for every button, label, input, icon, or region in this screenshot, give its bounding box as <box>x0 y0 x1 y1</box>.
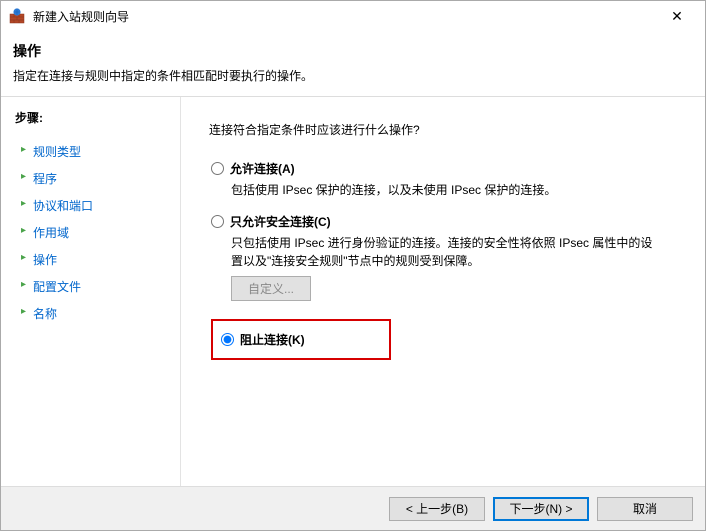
cancel-button[interactable]: 取消 <box>597 497 693 521</box>
step-protocol-ports[interactable]: 协议和端口 <box>15 192 166 219</box>
radio-block-label: 阻止连接(K) <box>240 331 305 348</box>
radio-allow-label: 允许连接(A) <box>230 160 295 177</box>
radio-option-allow-secure: 只允许安全连接(C) 只包括使用 IPsec 进行身份验证的连接。连接的安全性将… <box>211 213 681 301</box>
radio-option-allow: 允许连接(A) 包括使用 IPsec 保护的连接，以及未使用 IPsec 保护的… <box>211 160 681 199</box>
page-description: 指定在连接与规则中指定的条件相匹配时要执行的操作。 <box>13 67 693 84</box>
radio-allow-secure-desc: 只包括使用 IPsec 进行身份验证的连接。连接的安全性将依照 IPsec 属性… <box>231 234 661 270</box>
step-label: 配置文件 <box>33 280 81 294</box>
customize-button: 自定义... <box>231 276 311 301</box>
highlight-box: 阻止连接(K) <box>211 319 391 360</box>
step-profile[interactable]: 配置文件 <box>15 273 166 300</box>
steps-title: 步骤: <box>15 109 166 126</box>
radio-block-input[interactable] <box>221 333 234 346</box>
step-label: 名称 <box>33 307 57 321</box>
step-label: 程序 <box>33 172 57 186</box>
close-button[interactable]: ✕ <box>657 2 697 30</box>
step-label: 作用域 <box>33 226 69 240</box>
radio-allow-secure-label: 只允许安全连接(C) <box>230 213 331 230</box>
next-button[interactable]: 下一步(N) > <box>493 497 589 521</box>
radio-allow-secure-row[interactable]: 只允许安全连接(C) <box>211 213 681 230</box>
step-label: 协议和端口 <box>33 199 93 213</box>
back-button[interactable]: < 上一步(B) <box>389 497 485 521</box>
step-name[interactable]: 名称 <box>15 300 166 327</box>
radio-allow-input[interactable] <box>211 162 224 175</box>
step-label: 规则类型 <box>33 145 81 159</box>
close-icon: ✕ <box>671 8 683 25</box>
wizard-footer: < 上一步(B) 下一步(N) > 取消 <box>1 486 705 530</box>
titlebar: 新建入站规则向导 ✕ <box>1 1 705 31</box>
radio-allow-row[interactable]: 允许连接(A) <box>211 160 681 177</box>
radio-allow-desc: 包括使用 IPsec 保护的连接，以及未使用 IPsec 保护的连接。 <box>231 181 661 199</box>
step-program[interactable]: 程序 <box>15 165 166 192</box>
step-rule-type[interactable]: 规则类型 <box>15 138 166 165</box>
page-title: 操作 <box>13 41 693 61</box>
steps-sidebar: 步骤: 规则类型 程序 协议和端口 作用域 操作 配置文件 名称 <box>1 97 181 489</box>
radio-option-block: 阻止连接(K) <box>211 315 681 360</box>
content-area: 步骤: 规则类型 程序 协议和端口 作用域 操作 配置文件 名称 连接符合指定条… <box>1 97 705 489</box>
wizard-header: 操作 指定在连接与规则中指定的条件相匹配时要执行的操作。 <box>1 31 705 96</box>
step-scope[interactable]: 作用域 <box>15 219 166 246</box>
step-action[interactable]: 操作 <box>15 246 166 273</box>
step-label: 操作 <box>33 253 57 267</box>
radio-allow-secure-input[interactable] <box>211 215 224 228</box>
radio-block-row[interactable]: 阻止连接(K) <box>221 331 305 348</box>
action-radio-group: 允许连接(A) 包括使用 IPsec 保护的连接，以及未使用 IPsec 保护的… <box>209 160 681 360</box>
window-title: 新建入站规则向导 <box>33 8 657 25</box>
action-question: 连接符合指定条件时应该进行什么操作? <box>209 121 681 138</box>
main-panel: 连接符合指定条件时应该进行什么操作? 允许连接(A) 包括使用 IPsec 保护… <box>181 97 705 489</box>
firewall-icon <box>9 8 25 24</box>
